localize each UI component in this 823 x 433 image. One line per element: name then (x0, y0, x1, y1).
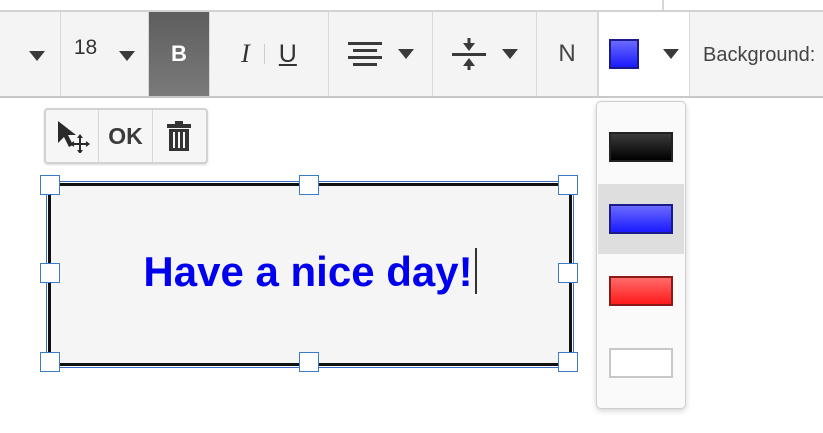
ok-button[interactable]: OK (99, 110, 153, 162)
resize-handle-top-left[interactable] (40, 175, 60, 195)
current-color-swatch (609, 39, 639, 69)
color-option-black[interactable] (598, 112, 684, 182)
bold-button[interactable]: B (149, 12, 210, 96)
blue-swatch (609, 204, 673, 234)
trash-icon (167, 121, 192, 151)
text-cursor (474, 248, 477, 294)
align-dropdown[interactable] (329, 12, 433, 96)
white-swatch (609, 348, 673, 378)
normal-button[interactable]: N (537, 12, 598, 96)
font-size-value: 18 (73, 36, 98, 59)
red-swatch (609, 276, 673, 306)
resize-handle-left[interactable] (40, 263, 60, 283)
chevron-down-icon (663, 49, 679, 59)
delete-button[interactable] (153, 110, 206, 162)
chevron-down-icon (29, 51, 45, 61)
italic-button[interactable]: I (241, 39, 250, 69)
resize-handle-bottom-left[interactable] (40, 352, 60, 372)
chevron-down-icon (501, 49, 518, 59)
color-dropdown-menu (596, 101, 686, 409)
format-toolbar: 18 B I U N Background: (0, 10, 823, 98)
text-box-content[interactable]: Have a nice day! (51, 248, 569, 296)
chevron-down-icon (119, 51, 136, 61)
vertical-align-dropdown[interactable] (433, 12, 537, 96)
move-button[interactable] (46, 110, 100, 162)
color-option-blue[interactable] (598, 184, 684, 254)
chevron-down-icon (397, 49, 414, 59)
underline-button[interactable]: U (279, 40, 297, 69)
font-family-dropdown[interactable] (0, 12, 61, 96)
color-option-white[interactable] (598, 328, 684, 398)
black-swatch (609, 132, 673, 162)
resize-handle-bottom-right[interactable] (558, 352, 578, 372)
italic-underline-group: I U (210, 12, 329, 96)
resize-handle-right[interactable] (558, 263, 578, 283)
text-box[interactable]: Have a nice day! (46, 181, 574, 368)
move-cursor-icon (58, 121, 91, 153)
font-size-dropdown[interactable]: 18 (61, 12, 149, 96)
selection-mini-toolbar: OK (44, 108, 208, 164)
align-center-icon (347, 42, 382, 66)
editor-canvas: 18 B I U N Background: OK Have a nice da… (0, 0, 823, 433)
resize-handle-top-right[interactable] (558, 175, 578, 195)
bold-label: B (171, 41, 187, 66)
vertical-center-icon (451, 38, 486, 70)
normal-label: N (558, 40, 576, 67)
ok-label: OK (108, 122, 143, 149)
text-box-text: Have a nice day! (143, 248, 473, 295)
text-color-dropdown[interactable] (598, 12, 690, 96)
background-label[interactable]: Background: (703, 44, 815, 67)
color-option-red[interactable] (598, 256, 684, 326)
resize-handle-top[interactable] (299, 175, 319, 195)
resize-handle-bottom[interactable] (299, 352, 319, 372)
divider (263, 44, 265, 64)
